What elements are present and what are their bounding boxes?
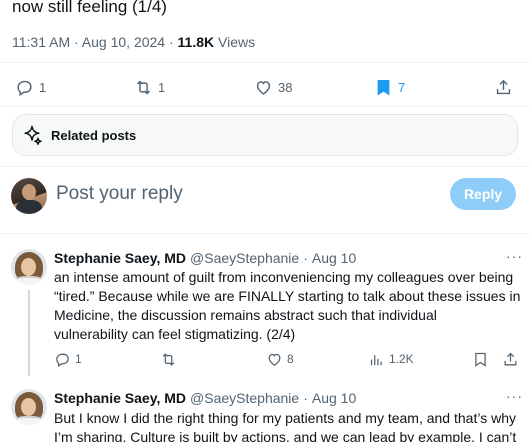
- divider: [0, 62, 531, 63]
- bookmark-filled-icon: [377, 79, 390, 96]
- more-options-icon[interactable]: ···: [506, 388, 523, 404]
- post-date[interactable]: Aug 10: [312, 390, 356, 406]
- heart-icon: [268, 353, 281, 366]
- reply-input[interactable]: Post your reply: [56, 183, 183, 205]
- bookmark-action[interactable]: 7: [374, 76, 405, 98]
- reply-line: I’m sharing. Culture is built by actions…: [54, 429, 517, 442]
- avatar[interactable]: [11, 389, 47, 425]
- reply-action[interactable]: 1: [15, 76, 46, 98]
- repost-count: 1: [158, 79, 166, 95]
- reply-header: Stephanie Saey, MD @SaeyStephanie · Aug 10: [54, 250, 356, 266]
- like-action[interactable]: 8: [266, 350, 294, 368]
- share-icon: [504, 352, 517, 365]
- meta-separator: ·: [74, 34, 82, 50]
- reply-header: Stephanie Saey, MD @SaeyStephanie · Aug 10: [54, 390, 356, 406]
- divider: [0, 233, 531, 234]
- tweet-meta: 11:31 AM · Aug 10, 2024 · 11.8K Views: [12, 34, 255, 50]
- reply-count: 1: [39, 79, 47, 95]
- meta-separator: ·: [168, 34, 178, 50]
- author-name[interactable]: Stephanie Saey, MD: [54, 250, 186, 266]
- like-count: 8: [287, 352, 294, 366]
- heart-icon: [256, 80, 271, 95]
- share-action[interactable]: [494, 76, 513, 98]
- views-count: 11.8K: [177, 34, 215, 50]
- reply-text: an intense amount of guilt from inconven…: [54, 268, 524, 344]
- bookmark-count: 7: [398, 79, 406, 95]
- reply-button[interactable]: Reply: [450, 178, 516, 210]
- tweet-date[interactable]: Aug 10, 2024: [82, 34, 165, 50]
- analytics-icon: [370, 354, 382, 365]
- views-label: Views: [218, 34, 256, 50]
- divider: [0, 166, 531, 167]
- related-posts-button[interactable]: Related posts: [12, 114, 518, 156]
- sparkle-icon: [24, 125, 42, 145]
- reply-line: “tired.” Because while we are FINALLY st…: [54, 288, 521, 304]
- more-options-icon[interactable]: ···: [506, 248, 523, 264]
- share-icon: [496, 79, 511, 94]
- tweet-action-bar: 1 1 38 7: [0, 76, 531, 98]
- views-count: 1.2K: [389, 352, 414, 366]
- reply-icon: [56, 353, 69, 367]
- reply-line: vulnerability can feel stigmatizing. (2/…: [54, 326, 296, 342]
- avatar[interactable]: [11, 178, 47, 214]
- reply-action[interactable]: 1: [54, 350, 82, 368]
- related-posts-label: Related posts: [51, 127, 137, 143]
- views-action[interactable]: 1.2K: [368, 350, 414, 368]
- avatar[interactable]: [11, 249, 47, 285]
- post-date[interactable]: Aug 10: [312, 250, 356, 266]
- reply-text: But I know I did the right thing for my …: [54, 409, 524, 442]
- reply-count: 1: [75, 352, 82, 366]
- reply-action-bar: 1 8 1.2K: [0, 350, 531, 368]
- reply-line: an intense amount of guilt from inconven…: [54, 269, 514, 285]
- tweet-text: now still feeling (1/4): [12, 0, 167, 16]
- reply-line: But I know I did the right thing for my …: [54, 410, 516, 426]
- reply-line: Medicine, the discussion remains abstrac…: [54, 307, 437, 323]
- author-handle[interactable]: @SaeyStephanie: [190, 390, 299, 406]
- repost-icon: [162, 352, 175, 366]
- reply-icon: [17, 80, 32, 96]
- tweet-time[interactable]: 11:31 AM: [12, 34, 70, 50]
- repost-action[interactable]: 1: [134, 76, 165, 98]
- meta-separator: ·: [303, 390, 308, 406]
- author-handle[interactable]: @SaeyStephanie: [190, 250, 299, 266]
- like-action[interactable]: 38: [254, 76, 292, 98]
- author-name[interactable]: Stephanie Saey, MD: [54, 390, 186, 406]
- bookmark-action[interactable]: [472, 350, 489, 368]
- repost-icon: [137, 80, 150, 94]
- bookmark-icon: [475, 352, 486, 367]
- share-action[interactable]: [502, 350, 519, 368]
- like-count: 38: [278, 79, 293, 95]
- divider: [0, 106, 531, 107]
- repost-action[interactable]: [160, 350, 181, 368]
- meta-separator: ·: [303, 250, 308, 266]
